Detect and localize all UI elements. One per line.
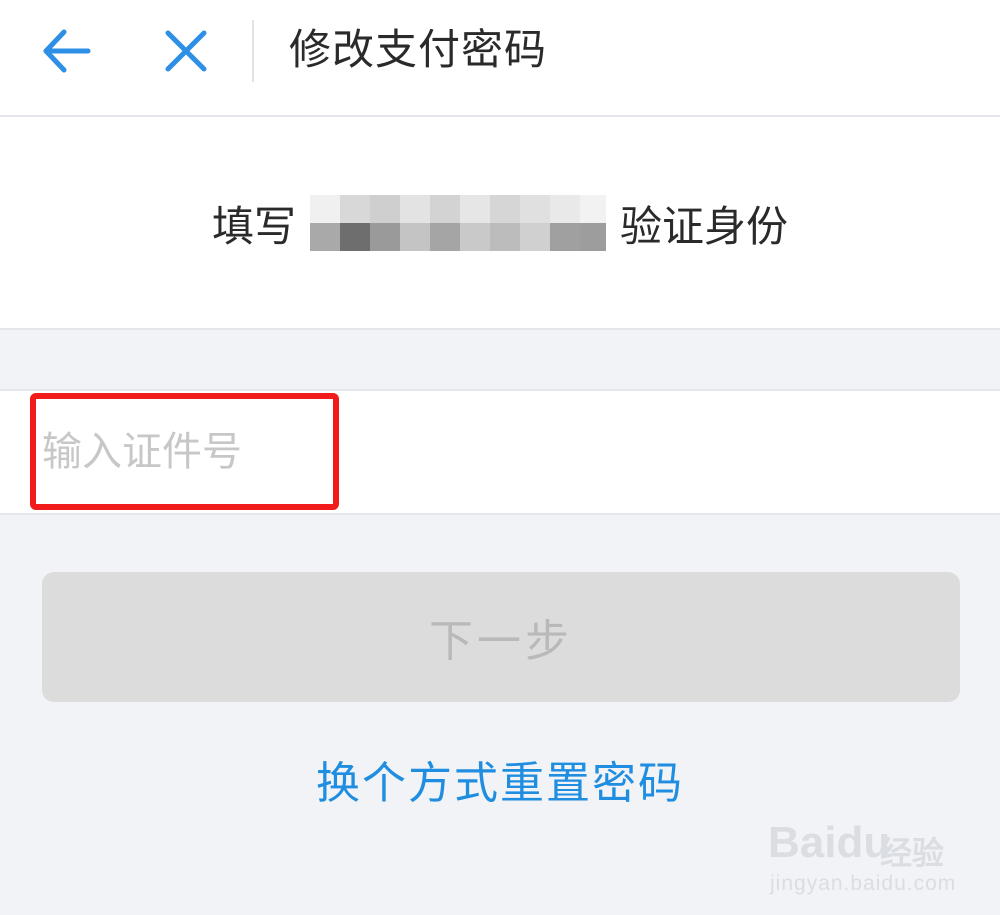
reset-another-way-link[interactable]: 换个方式重置密码 (0, 752, 1000, 816)
page-title: 修改支付密码 (289, 25, 548, 74)
next-button[interactable]: 下一步 (42, 572, 960, 702)
instruction-prefix: 填写 (211, 201, 296, 251)
watermark-cn: 经验 (880, 834, 945, 872)
watermark-url: jingyan.baidu.com (770, 872, 957, 895)
close-button[interactable] (156, 22, 216, 80)
top-bar: 修改支付密码 (0, 0, 1000, 117)
watermark-brand: Baidu (768, 818, 891, 867)
baidu-watermark: Baidu 经验 jingyan.baidu.com (768, 808, 968, 908)
redacted-mosaic (310, 195, 606, 251)
instruction-suffix: 验证身份 (620, 201, 789, 251)
header-divider (252, 20, 254, 82)
close-icon (165, 30, 207, 72)
back-button[interactable] (36, 22, 100, 80)
id-number-input[interactable] (42, 421, 642, 483)
arrow-left-icon (43, 29, 91, 73)
instruction-text: 填写 验证身份 (0, 193, 1000, 253)
instruction-panel: 填写 验证身份 (0, 117, 1000, 330)
id-input-row (0, 389, 1000, 515)
